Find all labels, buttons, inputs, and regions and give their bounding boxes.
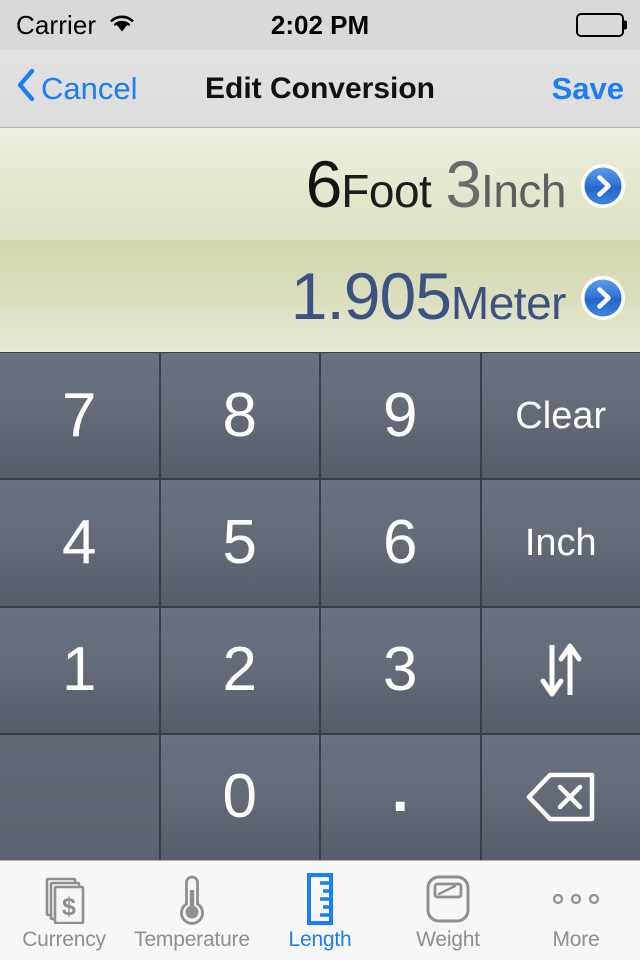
key-inch[interactable]: Inch (481, 480, 640, 606)
key-9-label: 9 (383, 380, 418, 450)
tab-currency[interactable]: $ Currency (0, 861, 128, 960)
battery-full-icon (576, 13, 627, 37)
thermometer-icon (167, 873, 217, 925)
key-2-label: 2 (222, 635, 257, 705)
status-bar-left: Carrier (16, 10, 137, 41)
scale-icon (424, 873, 472, 925)
key-backspace[interactable] (481, 734, 640, 860)
key-4[interactable]: 4 (0, 480, 159, 606)
source-value-inch: 3 (445, 147, 482, 221)
target-unit-disclosure-button[interactable] (580, 275, 626, 321)
ellipsis-icon (550, 873, 602, 925)
key-6[interactable]: 6 (321, 480, 480, 606)
key-7-label: 7 (62, 380, 97, 450)
display-row-target[interactable]: 1.905 Meter (0, 240, 640, 352)
app-root: Carrier 2:02 PM Cancel Edit Conversion S… (0, 0, 640, 960)
backspace-delete-icon (526, 771, 596, 823)
status-bar: Carrier 2:02 PM (0, 0, 640, 50)
cancel-button-label: Cancel (41, 70, 138, 106)
key-1[interactable]: 1 (0, 607, 159, 733)
tab-temperature-label: Temperature (134, 928, 250, 951)
key-7[interactable]: 7 (0, 353, 159, 479)
wifi-icon (107, 12, 137, 39)
conversion-display: 6Foot 3Inch 1.905 Meter (0, 128, 640, 352)
key-decimal[interactable]: . (321, 734, 480, 860)
key-2[interactable]: 2 (160, 607, 319, 733)
key-6-label: 6 (383, 507, 418, 577)
key-9[interactable]: 9 (321, 353, 480, 479)
key-4-label: 4 (62, 507, 97, 577)
key-3-label: 3 (383, 635, 418, 705)
source-unit-inch: Inch (481, 165, 566, 217)
key-inch-label: Inch (524, 521, 597, 564)
carrier-label: Carrier (16, 9, 97, 40)
tab-length[interactable]: Length (256, 861, 384, 960)
tab-length-label: Length (288, 928, 352, 951)
key-0[interactable]: 0 (160, 734, 319, 860)
chevron-left-icon (16, 68, 36, 110)
save-button[interactable]: Save (552, 71, 624, 107)
key-blank (0, 734, 159, 860)
key-clear[interactable]: Clear (481, 353, 640, 479)
tab-currency-label: Currency (22, 928, 106, 951)
key-clear-label: Clear (515, 394, 607, 437)
key-8[interactable]: 8 (160, 353, 319, 479)
key-5[interactable]: 5 (160, 480, 319, 606)
source-secondary-segment: 3Inch (445, 146, 566, 222)
source-unit-feet: Foot (341, 165, 432, 217)
key-0-label: 0 (222, 762, 257, 832)
key-1-label: 1 (62, 635, 97, 705)
source-unit-disclosure-button[interactable] (580, 163, 626, 209)
tab-temperature[interactable]: Temperature (128, 861, 256, 960)
key-swap[interactable] (481, 607, 640, 733)
display-row-source[interactable]: 6Foot 3Inch (0, 128, 640, 240)
cancel-button[interactable]: Cancel (16, 68, 138, 110)
source-value-feet: 6 (305, 147, 343, 221)
navigation-bar: Cancel Edit Conversion Save (0, 50, 640, 128)
target-value-group: 1.905 Meter (290, 258, 567, 334)
tab-weight[interactable]: Weight (384, 861, 512, 960)
key-8-label: 8 (222, 380, 257, 450)
tab-bar: $ Currency Temperature Length Weight More (0, 860, 640, 960)
svg-text:$: $ (62, 893, 76, 921)
swap-arrows-icon (534, 639, 588, 701)
key-decimal-label: . (391, 756, 409, 826)
tab-more[interactable]: More (512, 861, 640, 960)
target-unit: Meter (450, 277, 567, 329)
target-value: 1.905 (290, 259, 452, 333)
tab-more-label: More (552, 928, 600, 951)
money-bills-icon: $ (39, 873, 89, 925)
source-primary-segment: 6Foot (306, 146, 432, 222)
key-5-label: 5 (222, 507, 257, 577)
numeric-keypad: 7 8 9 Clear 4 5 6 Inch 1 2 3 0. (0, 352, 640, 860)
status-bar-right (576, 13, 627, 37)
key-3[interactable]: 3 (321, 607, 480, 733)
ruler-icon (300, 873, 340, 925)
source-value-group: 6Foot 3Inch (306, 146, 567, 222)
tab-weight-label: Weight (416, 928, 480, 951)
